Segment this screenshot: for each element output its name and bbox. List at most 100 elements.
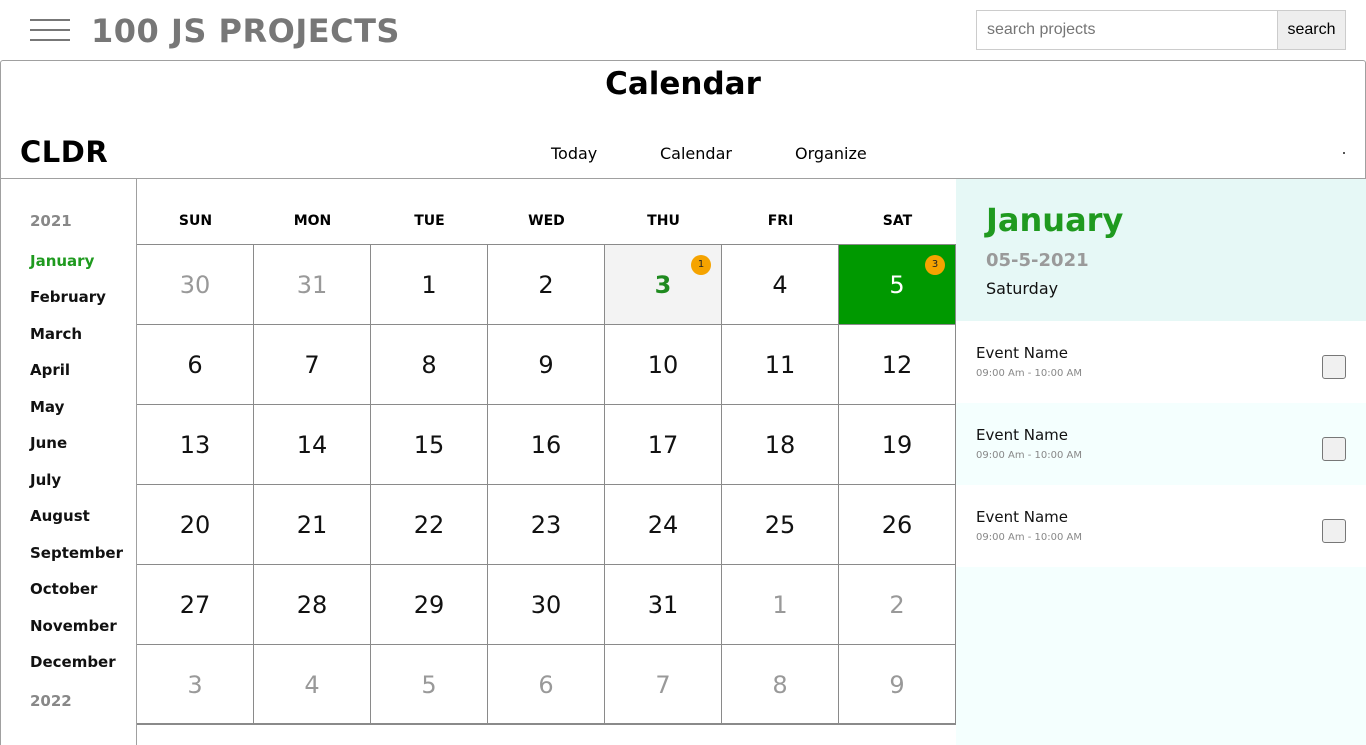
day-number: 24 (647, 511, 679, 539)
day-cell[interactable]: 14 (254, 405, 371, 485)
day-number: 27 (179, 591, 211, 619)
day-cell[interactable]: 7 (605, 645, 722, 725)
day-number: 6 (187, 351, 203, 379)
day-cell[interactable]: 2 (488, 245, 605, 325)
day-cell[interactable]: 8 (371, 325, 488, 405)
day-cell[interactable]: 31 (605, 245, 722, 325)
day-cell[interactable]: 28 (254, 565, 371, 645)
day-cell[interactable]: 13 (137, 405, 254, 485)
search-button[interactable]: search (1277, 10, 1346, 50)
sidebar-month-july[interactable]: July (30, 471, 61, 489)
day-detail-panel: January 05-5-2021 Saturday Event Name 09… (956, 179, 1366, 745)
day-cell[interactable]: 2 (839, 565, 956, 645)
day-cell[interactable]: 21 (254, 485, 371, 565)
event-item[interactable]: Event Name 09:00 Am - 10:00 AM (956, 321, 1366, 403)
day-number: 18 (764, 431, 796, 459)
day-cell[interactable]: 17 (605, 405, 722, 485)
day-cell[interactable]: 4 (722, 245, 839, 325)
day-cell[interactable]: 12 (839, 325, 956, 405)
year-2022[interactable]: 2022 (30, 692, 72, 710)
day-cell[interactable]: 9 (839, 645, 956, 725)
year-2021[interactable]: 2021 (30, 212, 72, 230)
day-number: 8 (772, 671, 788, 699)
day-cell[interactable]: 9 (488, 325, 605, 405)
sidebar-month-may[interactable]: May (30, 398, 64, 416)
day-cell[interactable]: 31 (254, 245, 371, 325)
event-item[interactable]: Event Name 09:00 Am - 10:00 AM (956, 485, 1366, 567)
day-number: 4 (304, 671, 320, 699)
day-cell[interactable]: 5 (371, 645, 488, 725)
day-cell[interactable]: 27 (137, 565, 254, 645)
day-cell[interactable]: 25 (722, 485, 839, 565)
day-cell[interactable]: 3 (137, 645, 254, 725)
nav-organize[interactable]: Organize (795, 144, 867, 163)
day-number: 7 (304, 351, 320, 379)
event-time: 09:00 Am - 10:00 AM (976, 532, 1083, 543)
day-number: 12 (881, 351, 913, 379)
day-cell[interactable]: 7 (254, 325, 371, 405)
day-number: 1 (772, 591, 788, 619)
day-number: 2 (538, 271, 554, 299)
selected-date: 05-5-2021 (986, 250, 1089, 271)
selected-weekday: Saturday (986, 279, 1059, 298)
day-cell[interactable]: 11 (722, 325, 839, 405)
day-cell[interactable]: 18 (722, 405, 839, 485)
event-count-badge: 3 (925, 255, 945, 275)
day-cell[interactable]: 6 (488, 645, 605, 725)
day-number: 14 (296, 431, 328, 459)
weekday-fri: FRI (767, 213, 794, 229)
sidebar-month-november[interactable]: November (30, 617, 117, 635)
weekday-mon: MON (293, 213, 332, 229)
nav-calendar[interactable]: Calendar (660, 144, 732, 163)
day-cell[interactable]: 24 (605, 485, 722, 565)
day-cell[interactable]: 23 (488, 485, 605, 565)
site-title[interactable]: 100 JS PROJECTS (91, 12, 400, 50)
day-cell[interactable]: 22 (371, 485, 488, 565)
day-number: 20 (179, 511, 211, 539)
day-cell[interactable]: 10 (605, 325, 722, 405)
event-checkbox[interactable] (1322, 519, 1346, 543)
sidebar-month-october[interactable]: October (30, 580, 97, 598)
day-cell[interactable]: 26 (839, 485, 956, 565)
day-cell[interactable]: 30 (488, 565, 605, 645)
sidebar-month-june[interactable]: June (30, 434, 67, 452)
event-checkbox[interactable] (1322, 355, 1346, 379)
day-number: 30 (179, 271, 211, 299)
sidebar-month-february[interactable]: February (30, 288, 106, 306)
weekday-tue: TUE (414, 213, 445, 229)
day-cell[interactable]: 20 (137, 485, 254, 565)
day-number: 25 (764, 511, 796, 539)
day-cell[interactable]: 4 (254, 645, 371, 725)
hamburger-menu-icon[interactable] (30, 19, 70, 41)
day-cell[interactable]: 8 (722, 645, 839, 725)
day-cell[interactable]: 19 (839, 405, 956, 485)
month-sidebar: 2021 January February March April May Ju… (0, 179, 137, 745)
sidebar-month-december[interactable]: December (30, 653, 116, 671)
sidebar-month-march[interactable]: March (30, 325, 82, 343)
day-cell[interactable]: 1 (722, 565, 839, 645)
event-time: 09:00 Am - 10:00 AM (976, 368, 1083, 379)
day-cell[interactable]: 29 (371, 565, 488, 645)
event-checkbox[interactable] (1322, 437, 1346, 461)
day-number: 8 (421, 351, 437, 379)
day-number: 21 (296, 511, 328, 539)
search-input[interactable] (976, 10, 1278, 50)
selected-day-header: January 05-5-2021 Saturday (956, 179, 1366, 321)
day-cell[interactable]: 31 (605, 565, 722, 645)
nav-today[interactable]: Today (551, 144, 597, 163)
sidebar-month-january[interactable]: January (30, 252, 94, 270)
event-item[interactable]: Event Name 09:00 Am - 10:00 AM (956, 403, 1366, 485)
day-cell[interactable]: 53 (839, 245, 956, 325)
day-cell[interactable]: 1 (371, 245, 488, 325)
event-count-badge: 1 (691, 255, 711, 275)
app-brand[interactable]: CLDR (20, 135, 108, 169)
day-cell[interactable]: 15 (371, 405, 488, 485)
sidebar-month-september[interactable]: September (30, 544, 123, 562)
day-cell[interactable]: 16 (488, 405, 605, 485)
event-name: Event Name (976, 344, 1068, 362)
sidebar-month-august[interactable]: August (30, 507, 90, 525)
day-cell[interactable]: 30 (137, 245, 254, 325)
sidebar-month-april[interactable]: April (30, 361, 70, 379)
day-number: 7 (655, 671, 671, 699)
day-cell[interactable]: 6 (137, 325, 254, 405)
